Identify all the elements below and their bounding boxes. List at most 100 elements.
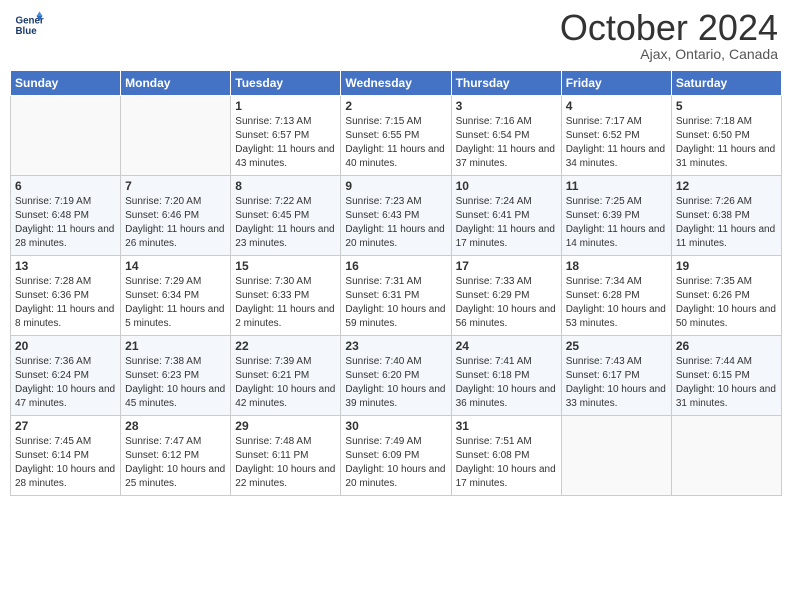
day-cell: 28 Sunrise: 7:47 AM Sunset: 6:12 PM Dayli… bbox=[121, 416, 231, 496]
svg-text:Blue: Blue bbox=[16, 26, 38, 37]
month-title: October 2024 bbox=[560, 10, 778, 46]
calendar-header: General Blue October 2024 Ajax, Ontario,… bbox=[10, 10, 782, 62]
day-info: Sunrise: 7:15 AM Sunset: 6:55 PM Dayligh… bbox=[345, 115, 446, 171]
weekday-header-wednesday: Wednesday bbox=[341, 71, 451, 96]
day-info: Sunrise: 7:45 AM Sunset: 6:14 PM Dayligh… bbox=[15, 435, 116, 491]
day-info: Sunrise: 7:48 AM Sunset: 6:11 PM Dayligh… bbox=[235, 435, 336, 491]
weekday-header-tuesday: Tuesday bbox=[231, 71, 341, 96]
day-cell: 2 Sunrise: 7:15 AM Sunset: 6:55 PM Daylig… bbox=[341, 96, 451, 176]
day-info: Sunrise: 7:26 AM Sunset: 6:38 PM Dayligh… bbox=[676, 195, 777, 251]
day-cell: 15 Sunrise: 7:30 AM Sunset: 6:33 PM Dayli… bbox=[231, 256, 341, 336]
day-cell: 27 Sunrise: 7:45 AM Sunset: 6:14 PM Dayli… bbox=[11, 416, 121, 496]
day-info: Sunrise: 7:31 AM Sunset: 6:31 PM Dayligh… bbox=[345, 275, 446, 331]
day-cell: 9Sunrise: 7:23 AM Sunset: 6:43 PM Daylig… bbox=[341, 176, 451, 256]
day-cell: 6 Sunrise: 7:19 AM Sunset: 6:48 PM Daylig… bbox=[11, 176, 121, 256]
day-cell: 5 Sunrise: 7:18 AM Sunset: 6:50 PM Daylig… bbox=[671, 96, 781, 176]
day-cell bbox=[671, 416, 781, 496]
day-number: 23 bbox=[345, 339, 446, 353]
day-info: Sunrise: 7:34 AM Sunset: 6:28 PM Dayligh… bbox=[566, 275, 667, 331]
day-cell: 10 Sunrise: 7:24 AM Sunset: 6:41 PM Dayli… bbox=[451, 176, 561, 256]
day-cell: 18 Sunrise: 7:34 AM Sunset: 6:28 PM Dayli… bbox=[561, 256, 671, 336]
weekday-header-sunday: Sunday bbox=[11, 71, 121, 96]
day-number: 9 bbox=[345, 179, 446, 193]
week-row-2: 6 Sunrise: 7:19 AM Sunset: 6:48 PM Daylig… bbox=[11, 176, 782, 256]
day-number: 13 bbox=[15, 259, 116, 273]
day-cell: 13 Sunrise: 7:28 AM Sunset: 6:36 PM Dayli… bbox=[11, 256, 121, 336]
day-info: Sunrise: 7:18 AM Sunset: 6:50 PM Dayligh… bbox=[676, 115, 777, 171]
day-number: 3 bbox=[456, 99, 557, 113]
day-number: 24 bbox=[456, 339, 557, 353]
day-cell: 3 Sunrise: 7:16 AM Sunset: 6:54 PM Daylig… bbox=[451, 96, 561, 176]
day-number: 11 bbox=[566, 179, 667, 193]
day-number: 19 bbox=[676, 259, 777, 273]
day-number: 15 bbox=[235, 259, 336, 273]
day-cell: 1 Sunrise: 7:13 AM Sunset: 6:57 PM Daylig… bbox=[231, 96, 341, 176]
day-info: Sunrise: 7:43 AM Sunset: 6:17 PM Dayligh… bbox=[566, 355, 667, 411]
week-row-3: 13 Sunrise: 7:28 AM Sunset: 6:36 PM Dayli… bbox=[11, 256, 782, 336]
day-number: 25 bbox=[566, 339, 667, 353]
day-info: Sunrise: 7:41 AM Sunset: 6:18 PM Dayligh… bbox=[456, 355, 557, 411]
day-cell: 14 Sunrise: 7:29 AM Sunset: 6:34 PM Dayli… bbox=[121, 256, 231, 336]
day-cell: 7Sunrise: 7:20 AM Sunset: 6:46 PM Daylig… bbox=[121, 176, 231, 256]
week-row-5: 27 Sunrise: 7:45 AM Sunset: 6:14 PM Dayli… bbox=[11, 416, 782, 496]
day-cell bbox=[561, 416, 671, 496]
day-number: 10 bbox=[456, 179, 557, 193]
day-number: 21 bbox=[125, 339, 226, 353]
logo-icon: General Blue bbox=[14, 10, 44, 40]
day-number: 26 bbox=[676, 339, 777, 353]
day-info: Sunrise: 7:22 AM Sunset: 6:45 PM Dayligh… bbox=[235, 195, 336, 251]
day-info: Sunrise: 7:47 AM Sunset: 6:12 PM Dayligh… bbox=[125, 435, 226, 491]
day-cell: 8 Sunrise: 7:22 AM Sunset: 6:45 PM Daylig… bbox=[231, 176, 341, 256]
day-info: Sunrise: 7:39 AM Sunset: 6:21 PM Dayligh… bbox=[235, 355, 336, 411]
day-cell: 19Sunrise: 7:35 AM Sunset: 6:26 PM Dayli… bbox=[671, 256, 781, 336]
day-cell: 29 Sunrise: 7:48 AM Sunset: 6:11 PM Dayli… bbox=[231, 416, 341, 496]
day-cell bbox=[121, 96, 231, 176]
day-number: 4 bbox=[566, 99, 667, 113]
day-cell: 23 Sunrise: 7:40 AM Sunset: 6:20 PM Dayli… bbox=[341, 336, 451, 416]
day-number: 28 bbox=[125, 419, 226, 433]
day-number: 22 bbox=[235, 339, 336, 353]
day-info: Sunrise: 7:16 AM Sunset: 6:54 PM Dayligh… bbox=[456, 115, 557, 171]
day-cell: 20Sunrise: 7:36 AM Sunset: 6:24 PM Dayli… bbox=[11, 336, 121, 416]
title-block: October 2024 Ajax, Ontario, Canada bbox=[560, 10, 778, 62]
day-number: 29 bbox=[235, 419, 336, 433]
day-info: Sunrise: 7:13 AM Sunset: 6:57 PM Dayligh… bbox=[235, 115, 336, 171]
day-cell: 30 Sunrise: 7:49 AM Sunset: 6:09 PM Dayli… bbox=[341, 416, 451, 496]
weekday-header-thursday: Thursday bbox=[451, 71, 561, 96]
weekday-header-monday: Monday bbox=[121, 71, 231, 96]
day-number: 18 bbox=[566, 259, 667, 273]
day-number: 17 bbox=[456, 259, 557, 273]
day-number: 1 bbox=[235, 99, 336, 113]
day-info: Sunrise: 7:25 AM Sunset: 6:39 PM Dayligh… bbox=[566, 195, 667, 251]
weekday-header-friday: Friday bbox=[561, 71, 671, 96]
day-info: Sunrise: 7:51 AM Sunset: 6:08 PM Dayligh… bbox=[456, 435, 557, 491]
day-cell: 26 Sunrise: 7:44 AM Sunset: 6:15 PM Dayli… bbox=[671, 336, 781, 416]
day-number: 30 bbox=[345, 419, 446, 433]
day-cell: 11 Sunrise: 7:25 AM Sunset: 6:39 PM Dayli… bbox=[561, 176, 671, 256]
day-number: 14 bbox=[125, 259, 226, 273]
day-cell: 17Sunrise: 7:33 AM Sunset: 6:29 PM Dayli… bbox=[451, 256, 561, 336]
day-number: 5 bbox=[676, 99, 777, 113]
day-number: 27 bbox=[15, 419, 116, 433]
day-number: 16 bbox=[345, 259, 446, 273]
day-cell: 31 Sunrise: 7:51 AM Sunset: 6:08 PM Dayli… bbox=[451, 416, 561, 496]
day-number: 2 bbox=[345, 99, 446, 113]
day-cell bbox=[11, 96, 121, 176]
day-cell: 16 Sunrise: 7:31 AM Sunset: 6:31 PM Dayli… bbox=[341, 256, 451, 336]
day-number: 6 bbox=[15, 179, 116, 193]
day-info: Sunrise: 7:44 AM Sunset: 6:15 PM Dayligh… bbox=[676, 355, 777, 411]
day-info: Sunrise: 7:19 AM Sunset: 6:48 PM Dayligh… bbox=[15, 195, 116, 251]
weekday-header-row: SundayMondayTuesdayWednesdayThursdayFrid… bbox=[11, 71, 782, 96]
logo: General Blue bbox=[14, 10, 44, 40]
day-info: Sunrise: 7:30 AM Sunset: 6:33 PM Dayligh… bbox=[235, 275, 336, 331]
day-info: Sunrise: 7:29 AM Sunset: 6:34 PM Dayligh… bbox=[125, 275, 226, 331]
day-info: Sunrise: 7:20 AM Sunset: 6:46 PM Dayligh… bbox=[125, 195, 226, 251]
week-row-4: 20Sunrise: 7:36 AM Sunset: 6:24 PM Dayli… bbox=[11, 336, 782, 416]
day-info: Sunrise: 7:40 AM Sunset: 6:20 PM Dayligh… bbox=[345, 355, 446, 411]
day-number: 8 bbox=[235, 179, 336, 193]
day-cell: 24 Sunrise: 7:41 AM Sunset: 6:18 PM Dayli… bbox=[451, 336, 561, 416]
day-info: Sunrise: 7:49 AM Sunset: 6:09 PM Dayligh… bbox=[345, 435, 446, 491]
day-info: Sunrise: 7:28 AM Sunset: 6:36 PM Dayligh… bbox=[15, 275, 116, 331]
day-info: Sunrise: 7:24 AM Sunset: 6:41 PM Dayligh… bbox=[456, 195, 557, 251]
day-number: 31 bbox=[456, 419, 557, 433]
